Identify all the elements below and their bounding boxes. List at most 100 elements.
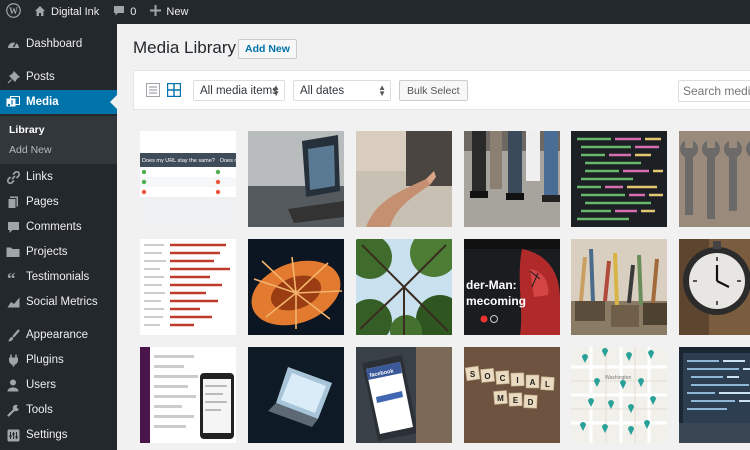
date-filter[interactable]: All dates ▲ ▼ xyxy=(293,80,391,101)
submenu-item-add-new[interactable]: Add New xyxy=(9,144,52,156)
updown-arrow-icon: ▲ ▼ xyxy=(378,83,386,98)
media-item[interactable] xyxy=(140,347,236,443)
sidebar-item-plugins[interactable]: Plugins xyxy=(0,348,117,372)
brush-icon xyxy=(6,328,20,342)
media-item[interactable]: facebook xyxy=(356,347,452,443)
sidebar-item-comments[interactable]: Comments xyxy=(0,215,117,239)
sidebar-item-media[interactable]: Media xyxy=(0,90,117,114)
media-type-filter-value: All media items xyxy=(200,84,278,97)
user-icon xyxy=(6,378,20,392)
plus-icon xyxy=(150,5,162,19)
svg-text:Does my: Does my xyxy=(220,158,236,164)
media-submenu: Library Add New xyxy=(0,116,117,164)
site-name-menu[interactable]: Digital Ink xyxy=(27,0,106,24)
sidebar-item-label: Appearance xyxy=(26,329,89,341)
sidebar-item-dashboard[interactable]: Dashboard xyxy=(0,32,117,56)
svg-text:L: L xyxy=(545,380,550,389)
sidebar-item-label: Comments xyxy=(26,221,82,233)
settings-icon xyxy=(6,428,20,442)
svg-text:“: “ xyxy=(7,271,16,283)
sidebar-item-links[interactable]: Links xyxy=(0,165,117,189)
sidebar-item-label: Projects xyxy=(26,246,68,258)
sidebar-item-label: Links xyxy=(26,171,53,183)
sidebar-item-label: Media xyxy=(26,96,59,108)
svg-text:D: D xyxy=(528,398,534,407)
admin-bar: W Digital Ink 0 New xyxy=(0,0,750,24)
sidebar-item-projects[interactable]: Projects xyxy=(0,240,117,264)
sidebar-item-settings[interactable]: Settings xyxy=(0,423,117,447)
sidebar-item-label: Settings xyxy=(26,429,68,441)
sidebar-item-label: Posts xyxy=(26,71,55,83)
sidebar-item-label: Testimonials xyxy=(26,271,90,283)
page-icon xyxy=(6,195,20,209)
media-item[interactable] xyxy=(248,131,344,227)
svg-text:A: A xyxy=(530,378,536,387)
svg-text:M: M xyxy=(497,394,504,403)
media-item[interactable] xyxy=(679,131,750,227)
media-item[interactable] xyxy=(248,347,344,443)
media-item[interactable] xyxy=(248,239,344,335)
media-item[interactable] xyxy=(571,239,667,335)
pin-icon xyxy=(6,70,20,84)
site-name: Digital Ink xyxy=(51,6,100,18)
sidebar-item-label: Pages xyxy=(26,196,59,208)
comment-icon xyxy=(6,220,20,234)
media-item[interactable]: Washington xyxy=(571,347,667,443)
media-item[interactable]: Does my URL stay the same? Does my xyxy=(140,131,236,227)
dashboard-icon xyxy=(6,37,20,51)
comments-menu[interactable]: 0 xyxy=(106,0,143,24)
home-icon xyxy=(34,5,46,20)
svg-text:O: O xyxy=(484,372,490,381)
submenu-item-library[interactable]: Library xyxy=(9,124,45,136)
active-indicator xyxy=(110,95,117,109)
svg-text:mecoming: mecoming xyxy=(466,294,526,308)
sidebar-item-appearance[interactable]: Appearance xyxy=(0,323,117,347)
admin-sidebar: Dashboard Posts Media Library Add New Li… xyxy=(0,24,117,450)
sidebar-item-label: Tools xyxy=(26,404,53,416)
media-item[interactable] xyxy=(356,239,452,335)
svg-text:Does my URL stay the same?: Does my URL stay the same? xyxy=(142,158,215,164)
quote-icon: “ xyxy=(6,270,20,284)
media-item[interactable] xyxy=(679,347,750,443)
media-item[interactable] xyxy=(571,131,667,227)
media-toolbar: All media items ▲ ▼ All dates ▲ ▼ Bulk Sel… xyxy=(133,70,750,110)
media-item[interactable]: der-Man: mecoming xyxy=(464,239,560,335)
comment-bubble-icon xyxy=(113,5,125,20)
sidebar-item-testimonials[interactable]: “ Testimonials xyxy=(0,265,117,289)
updown-arrow-icon: ▲ ▼ xyxy=(272,83,280,98)
svg-text:S: S xyxy=(470,370,476,379)
media-item[interactable] xyxy=(679,239,750,335)
svg-text:Washington: Washington xyxy=(605,375,631,381)
sidebar-item-label: Plugins xyxy=(26,354,64,366)
svg-text:W: W xyxy=(9,6,18,16)
plug-icon xyxy=(6,353,20,367)
media-item[interactable] xyxy=(464,131,560,227)
sidebar-item-tools[interactable]: Tools xyxy=(0,398,117,422)
sidebar-item-users[interactable]: Users xyxy=(0,373,117,397)
chart-icon xyxy=(6,295,20,309)
wordpress-icon: W xyxy=(6,3,21,21)
comments-count: 0 xyxy=(130,6,137,18)
sidebar-item-posts[interactable]: Posts xyxy=(0,65,117,89)
media-item[interactable] xyxy=(356,131,452,227)
sidebar-item-label: Dashboard xyxy=(26,38,83,50)
grid-view-icon[interactable] xyxy=(166,82,182,98)
svg-text:I: I xyxy=(516,376,518,385)
media-item[interactable]: SO C I AL MED xyxy=(464,347,560,443)
svg-text:C: C xyxy=(500,374,506,383)
sidebar-item-label: Social Metrics xyxy=(26,296,98,308)
sidebar-item-label: Users xyxy=(26,379,57,391)
sidebar-item-pages[interactable]: Pages xyxy=(0,190,117,214)
link-icon xyxy=(6,170,20,184)
add-new-button[interactable]: Add New xyxy=(238,39,297,59)
svg-text:E: E xyxy=(513,396,519,405)
bulk-select-button[interactable]: Bulk Select xyxy=(399,80,468,101)
wordpress-logo-menu[interactable]: W xyxy=(0,0,27,24)
new-content-menu[interactable]: New xyxy=(143,0,195,24)
list-view-icon[interactable] xyxy=(146,83,160,97)
sidebar-item-social-metrics[interactable]: Social Metrics xyxy=(0,290,117,314)
folder-icon xyxy=(6,245,20,259)
search-media-input[interactable] xyxy=(678,80,750,102)
media-type-filter[interactable]: All media items ▲ ▼ xyxy=(193,80,285,101)
media-item[interactable] xyxy=(140,239,236,335)
